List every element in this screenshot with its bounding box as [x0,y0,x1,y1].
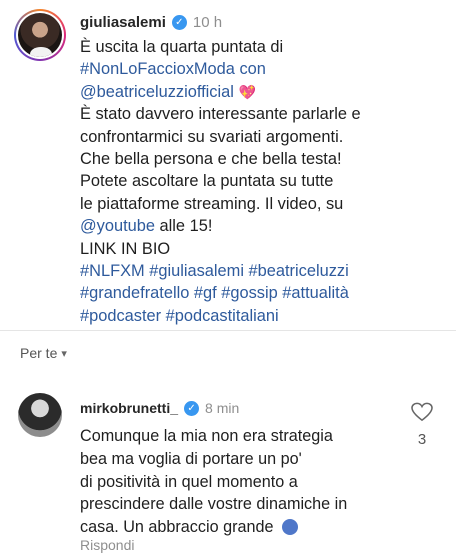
comment-last-line: casa. Un abbraccio grande [80,516,405,539]
comment-like: 3 [410,402,434,448]
avatar-inner [16,11,64,59]
reply-button[interactable]: Rispondi [80,537,134,553]
comment-line: di positività in quel momento a [80,472,298,491]
comment-line: casa. Un abbraccio grande [80,518,274,537]
mention-line: @beatriceluzziofficial 💖 [80,81,450,103]
comment-header: mirkobrunetti_ ✓ 8 min [80,400,239,416]
comment-time: 8 min [205,400,240,416]
comment-line: prescindere dalle vostre dinamiche in [80,495,348,514]
hashtag-line[interactable]: #NLFXM #giuliasalemi #beatriceluzzi [80,260,450,282]
comment-text: Comunque la mia non era strategia bea ma… [80,425,405,539]
post-username[interactable]: giulia​salemi [80,14,166,31]
post-header: giulia​salemi ✓ 10 h [80,12,222,32]
comment-line: Comunque la mia non era strategia [80,427,333,445]
divider [0,330,456,331]
post-caption: È uscita la quarta puntata di #NonLoFacc… [80,36,450,327]
caption-line: confrontarmici su svariati argomenti. [80,127,344,146]
comment-author-avatar[interactable] [18,393,62,437]
chevron-down-icon: ▾ [61,347,67,360]
sort-dropdown[interactable]: Per te ▾ [20,345,67,361]
caption-line: Potete ascoltare la puntata su tutte [80,172,334,191]
like-count: 3 [417,431,427,448]
verified-badge-icon: ✓ [184,400,200,416]
caption-line: LINK IN BIO [80,239,171,258]
sort-label: Per te [20,345,58,361]
post: giulia​salemi ✓ 10 h È uscita la quarta … [0,0,456,335]
comment-username[interactable]: mirkobrunetti_ [80,400,178,416]
caption-line: È stato davvero interessante parlarle e [80,105,361,124]
youtube-line-rest: alle 15! [154,217,213,236]
comment-line: bea ma voglia di portare un po' [80,449,302,468]
mention-youtube[interactable]: @youtube [80,217,155,235]
post-time: 10 h [192,13,223,31]
avatar-image [18,13,62,57]
caption-line: Che bella persona e che bella testa! [80,150,342,169]
youtube-line: @youtube alle 15! [80,215,450,237]
heart-icon: 💖 [238,83,256,100]
caption-line: le piattaforme streaming. Il video, su [80,194,344,213]
verified-badge-icon: ✓ [171,14,187,30]
mention-beatrice[interactable]: @beatriceluzziofficial [80,83,234,101]
hug-emoji-icon [281,519,298,536]
heart-outline-icon[interactable] [411,402,433,422]
hashtag-line[interactable]: #NonLoFaccioxModa con [80,58,450,80]
hashtag-line[interactable]: #grandefratello #gf #gossip #attualità [80,282,450,304]
caption-line: È uscita la quarta puntata di [80,38,284,56]
post-author-avatar[interactable] [14,9,66,61]
hashtag-line[interactable]: #podcaster #podcastitaliani [80,305,450,327]
